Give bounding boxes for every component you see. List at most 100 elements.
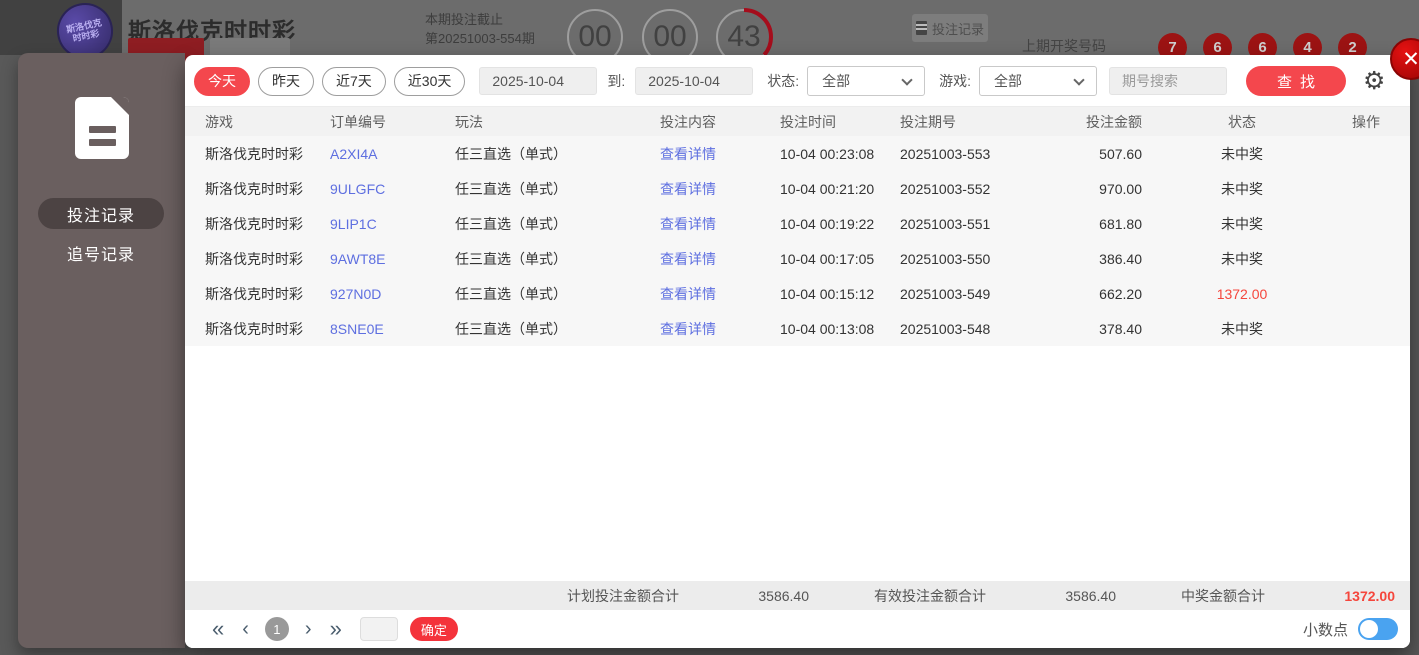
empty-space [185,346,1410,581]
range-7days-button[interactable]: 近7天 [322,66,386,96]
game-label: 游戏: [939,73,972,89]
cell-game: 斯洛伐克时时彩 [205,320,303,337]
cell-period: 20251003-552 [900,180,991,197]
decimal-toggle-switch[interactable] [1358,618,1398,640]
header-bet-record-button[interactable]: 投注记录 [912,14,988,42]
cell-bet-time: 10-04 00:19:22 [780,215,875,232]
cell-bet-time: 10-04 00:17:05 [780,250,875,267]
view-details-link[interactable]: 查看详情 [660,319,780,339]
cell-play-type: 任三直选（单式） [455,250,567,267]
win-total-label: 中奖金额合计 [1181,587,1265,604]
col-header-time: 投注时间 [780,113,836,130]
page-header: 斯洛伐克 时时彩 斯洛伐克时时彩 本期投注截止 第20251003-554期 0… [0,0,1419,66]
toggle-knob [1360,620,1378,638]
next-page-button[interactable]: › [305,619,312,639]
modal-sidebar: 投注记录 追号记录 [18,53,185,648]
order-number-link[interactable]: 9ULGFC [330,181,455,197]
cell-game: 斯洛伐克时时彩 [205,285,303,302]
view-details-link[interactable]: 查看详情 [660,284,780,304]
cell-period: 20251003-549 [900,285,991,302]
cell-period: 20251003-551 [900,215,991,232]
cell-amount: 507.60 [1099,145,1142,162]
sidebar-item-chase-records[interactable]: 追号记录 [38,237,164,268]
cell-play-type: 任三直选（单式） [455,145,567,162]
sidebar-item-bet-records[interactable]: 投注记录 [38,198,164,229]
game-select[interactable]: 全部 [979,66,1098,96]
doc-line [89,139,116,146]
col-header-action: 操作 [1352,113,1380,130]
last-page-button[interactable]: » [330,618,342,640]
cell-play-type: 任三直选（单式） [455,180,567,197]
cell-amount: 662.20 [1099,285,1142,302]
view-details-link[interactable]: 查看详情 [660,179,780,199]
chevron-down-icon [1073,74,1085,86]
records-doc-icon [75,97,129,159]
col-header-game: 游戏 [205,113,233,130]
order-number-link[interactable]: 8SNE0E [330,321,455,337]
status-select[interactable]: 全部 [807,66,926,96]
order-number-link[interactable]: A2XI4A [330,146,455,162]
table-row: 斯洛伐克时时彩 9ULGFC 任三直选（单式） 查看详情 10-04 00:21… [185,171,1410,206]
cell-status: 未中奖 [1221,250,1263,267]
status-select-value: 全部 [822,73,851,89]
cell-period: 20251003-548 [900,320,991,337]
col-header-order: 订单编号 [330,113,386,130]
current-page-button[interactable]: 1 [264,617,289,641]
summary-bar: 计划投注金额合计 3586.40 有效投注金额合计 3586.40 中奖金额合计… [185,581,1410,610]
order-number-link[interactable]: 927N0D [330,286,455,302]
header-bet-record-label: 投注记录 [931,21,984,37]
gear-icon[interactable]: ⚙ [1363,68,1385,94]
prev-page-button[interactable]: ‹ [242,619,249,639]
document-icon [915,21,927,35]
to-label: 到: [607,73,626,89]
view-details-link[interactable]: 查看详情 [660,214,780,234]
date-from-input[interactable] [479,67,598,95]
table-row: 斯洛伐克时时彩 927N0D 任三直选（单式） 查看详情 10-04 00:15… [185,276,1410,311]
deadline-label: 本期投注截止 [425,12,504,27]
bet-records-modal: 今天 昨天 近7天 近30天 到: 状态: 全部 游戏: 全部 查找 ⚙ 游戏 … [185,55,1410,648]
cell-play-type: 任三直选（单式） [455,285,567,302]
table-body: 斯洛伐克时时彩 A2XI4A 任三直选（单式） 查看详情 10-04 00:23… [185,136,1410,346]
table-row: 斯洛伐克时时彩 9LIP1C 任三直选（单式） 查看详情 10-04 00:19… [185,206,1410,241]
game-select-value: 全部 [994,73,1023,89]
cell-bet-time: 10-04 00:23:08 [780,145,875,162]
range-yesterday-button[interactable]: 昨天 [258,66,314,96]
cell-game: 斯洛伐克时时彩 [205,145,303,162]
page-jump-input[interactable] [359,617,398,641]
date-to-input[interactable] [635,67,754,95]
cell-status: 未中奖 [1221,145,1263,162]
view-details-link[interactable]: 查看详情 [660,249,780,269]
confirm-page-button[interactable]: 确定 [409,617,458,641]
decimal-toggle-label: 小数点 [1302,621,1348,639]
table-row: 斯洛伐克时时彩 9AWT8E 任三直选（单式） 查看详情 10-04 00:17… [185,241,1410,276]
cell-bet-time: 10-04 00:15:12 [780,285,875,302]
cell-game: 斯洛伐克时时彩 [205,250,303,267]
first-page-button[interactable]: « [212,618,224,640]
order-number-link[interactable]: 9AWT8E [330,251,455,267]
cell-status: 1372.00 [1216,285,1268,302]
cell-status: 未中奖 [1221,215,1263,232]
search-button[interactable]: 查找 [1246,66,1347,96]
col-header-amount: 投注金额 [1086,113,1142,130]
table-row: 斯洛伐克时时彩 8SNE0E 任三直选（单式） 查看详情 10-04 00:13… [185,311,1410,346]
col-header-period: 投注期号 [900,113,956,130]
doc-line [89,126,116,133]
range-today-button[interactable]: 今天 [194,66,250,96]
period-search-input[interactable] [1109,67,1228,95]
range-30days-button[interactable]: 近30天 [393,66,466,96]
cell-play-type: 任三直选（单式） [455,320,567,337]
deadline-period: 第20251003-554期 [425,31,535,46]
cell-amount: 386.40 [1099,250,1142,267]
table-row: 斯洛伐克时时彩 A2XI4A 任三直选（单式） 查看详情 10-04 00:23… [185,136,1410,171]
cell-game: 斯洛伐克时时彩 [205,180,303,197]
col-header-status: 状态 [1228,113,1256,130]
valid-total-label: 有效投注金额合计 [874,587,986,604]
view-details-link[interactable]: 查看详情 [660,144,780,164]
planned-total-value: 3586.40 [758,587,809,604]
cell-amount: 378.40 [1099,320,1142,337]
cell-play-type: 任三直选（单式） [455,215,567,232]
win-total-value: 1372.00 [1344,587,1395,604]
order-number-link[interactable]: 9LIP1C [330,216,455,232]
cell-status: 未中奖 [1221,320,1263,337]
doc-fold [110,97,129,116]
